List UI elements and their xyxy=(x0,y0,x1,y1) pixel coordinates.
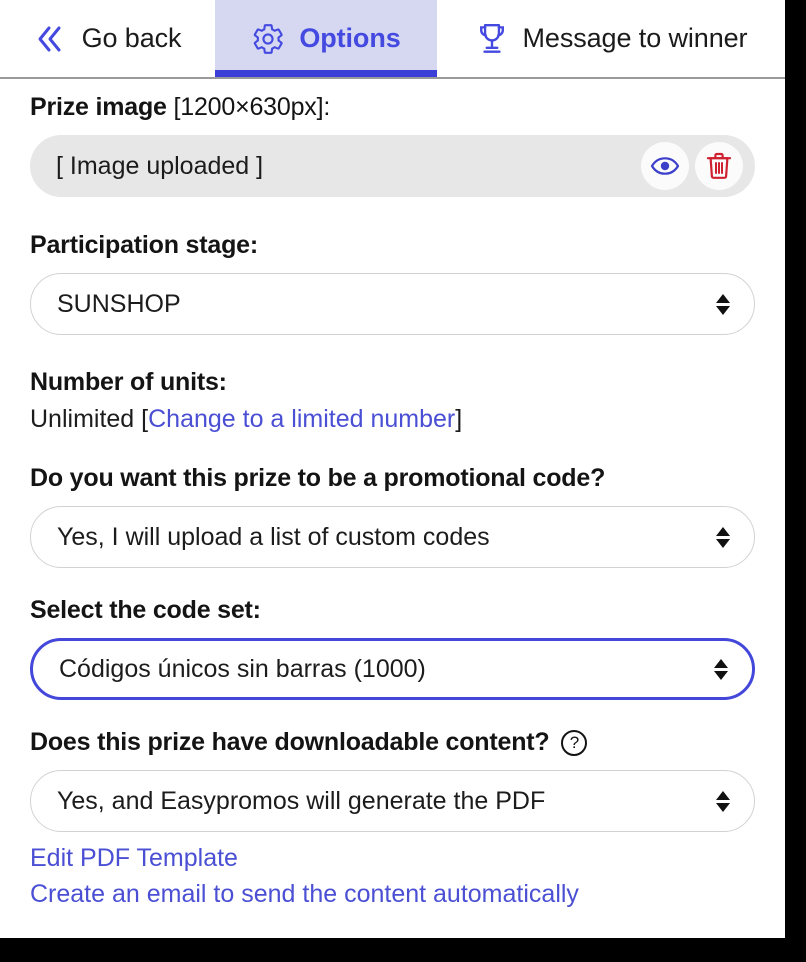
question-mark-icon[interactable]: ? xyxy=(561,729,588,756)
tab-go-back-label: Go back xyxy=(81,23,182,53)
downloadable-content-label: Does this prize have downloadable conten… xyxy=(30,728,550,756)
tab-bar: Go back Options Message to winner xyxy=(0,0,785,79)
prize-image-field[interactable]: [ Image uploaded ] xyxy=(30,135,755,197)
change-to-limited-number-link[interactable]: Change to a limited number xyxy=(148,405,455,433)
participation-stage-select[interactable]: SUNSHOP xyxy=(30,273,755,335)
options-form: Prize image [1200×630px]: [ Image upload… xyxy=(0,79,785,909)
downloadable-content-value: Yes, and Easypromos will generate the PD… xyxy=(57,786,546,815)
tab-message-to-winner[interactable]: Message to winner xyxy=(437,0,785,77)
participation-stage-value: SUNSHOP xyxy=(57,289,181,318)
prize-image-label-text: Prize image xyxy=(30,93,167,121)
create-email-link[interactable]: Create an email to send the content auto… xyxy=(30,880,755,909)
chevron-updown-icon xyxy=(716,526,730,548)
tab-message-to-winner-label: Message to winner xyxy=(522,23,748,53)
tab-go-back[interactable]: Go back xyxy=(0,0,215,77)
promotional-code-value: Yes, I will upload a list of custom code… xyxy=(57,522,490,551)
tab-options[interactable]: Options xyxy=(215,0,437,77)
prize-image-dimensions: [1200×630px]: xyxy=(173,93,331,121)
trophy-icon xyxy=(475,21,509,57)
prize-image-label: Prize image [1200×630px]: xyxy=(30,93,755,122)
number-of-units-value-row: Unlimited [Change to a limited number] xyxy=(30,405,755,434)
promotional-code-select[interactable]: Yes, I will upload a list of custom code… xyxy=(30,506,755,568)
number-of-units-label: Number of units: xyxy=(30,368,227,396)
trash-icon[interactable] xyxy=(695,142,743,190)
participation-stage-label: Participation stage: xyxy=(30,231,258,259)
page: Go back Options Message to winner Prize … xyxy=(0,0,785,938)
double-chevron-left-icon xyxy=(34,24,68,54)
downloadable-content-label-row: Does this prize have downloadable conten… xyxy=(30,728,755,757)
gear-icon xyxy=(251,22,285,56)
chevron-updown-icon xyxy=(716,790,730,812)
prize-image-value: [ Image uploaded ] xyxy=(56,151,264,180)
screen-frame: Go back Options Message to winner Prize … xyxy=(0,0,806,962)
bracket-close: ] xyxy=(455,405,463,433)
code-set-value: Códigos únicos sin barras (1000) xyxy=(59,654,426,683)
promotional-code-label: Do you want this prize to be a promotion… xyxy=(30,464,606,492)
content-links: Edit PDF Template Create an email to sen… xyxy=(30,844,755,909)
chevron-updown-icon xyxy=(714,658,728,680)
code-set-select[interactable]: Códigos únicos sin barras (1000) xyxy=(30,638,755,700)
code-set-label: Select the code set: xyxy=(30,596,261,624)
downloadable-content-select[interactable]: Yes, and Easypromos will generate the PD… xyxy=(30,770,755,832)
number-of-units-value: Unlimited xyxy=(30,405,142,433)
tab-options-label: Options xyxy=(299,23,401,53)
edit-pdf-template-link[interactable]: Edit PDF Template xyxy=(30,844,755,873)
chevron-updown-icon xyxy=(716,293,730,315)
eye-icon[interactable] xyxy=(641,142,689,190)
